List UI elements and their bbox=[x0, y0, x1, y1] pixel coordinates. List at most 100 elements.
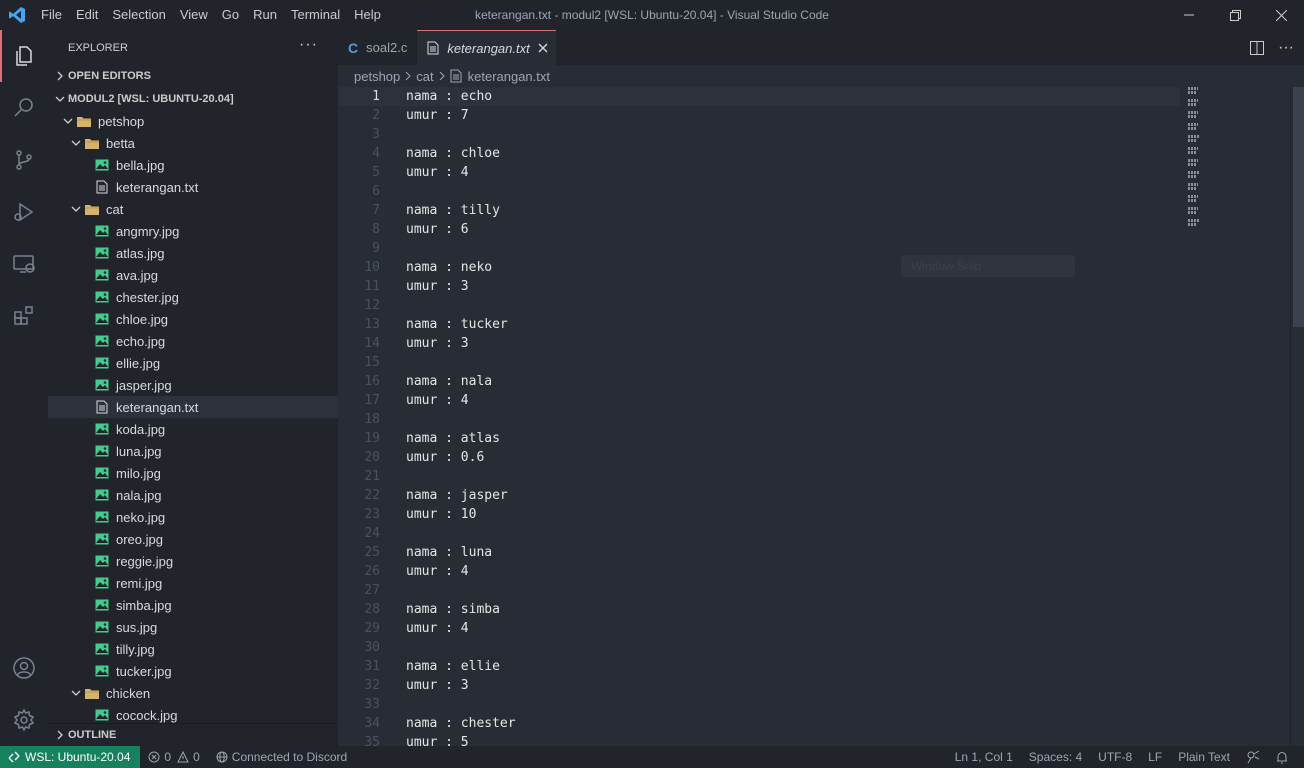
image-file-icon bbox=[94, 355, 110, 371]
tree-file[interactable]: koda.jpg bbox=[48, 418, 338, 440]
menu-item-file[interactable]: File bbox=[34, 0, 69, 30]
minimap-row bbox=[1188, 159, 1198, 162]
tree-folder[interactable]: cat bbox=[48, 198, 338, 220]
tree-item-label: tilly.jpg bbox=[116, 641, 155, 657]
image-file-icon bbox=[94, 421, 110, 437]
minimap-row bbox=[1188, 151, 1196, 154]
tree-file[interactable]: keterangan.txt bbox=[48, 396, 338, 418]
remote-indicator[interactable]: WSL: Ubuntu-20.04 bbox=[0, 746, 141, 768]
tree-file[interactable]: oreo.jpg bbox=[48, 528, 338, 550]
tree-file[interactable]: angmry.jpg bbox=[48, 220, 338, 242]
indentation[interactable]: Spaces: 4 bbox=[1021, 746, 1090, 768]
tree-item-label: ava.jpg bbox=[116, 267, 158, 283]
text-file-icon bbox=[94, 399, 110, 415]
tree-folder[interactable]: betta bbox=[48, 132, 338, 154]
restore-icon[interactable] bbox=[1212, 0, 1258, 30]
code-line: 3 bbox=[338, 125, 1304, 144]
close-tab-icon[interactable] bbox=[538, 43, 548, 53]
breadcrumb-item[interactable]: cat bbox=[416, 69, 433, 84]
code-line: 14 umur : 3 bbox=[338, 334, 1304, 353]
more-actions-icon[interactable]: ··· bbox=[1278, 39, 1294, 57]
tab-soal2-c[interactable]: C soal2.c bbox=[338, 30, 417, 65]
menu-item-go[interactable]: Go bbox=[215, 0, 246, 30]
split-editor-icon[interactable] bbox=[1250, 40, 1265, 55]
minimize-icon[interactable] bbox=[1166, 0, 1212, 30]
tree-file[interactable]: reggie.jpg bbox=[48, 550, 338, 572]
menu-item-edit[interactable]: Edit bbox=[69, 0, 105, 30]
breadcrumb-item[interactable]: keterangan.txt bbox=[468, 69, 550, 84]
tree-file[interactable]: chester.jpg bbox=[48, 286, 338, 308]
image-file-icon bbox=[94, 707, 110, 723]
end-of-line[interactable]: LF bbox=[1140, 746, 1170, 768]
account-icon[interactable] bbox=[0, 642, 48, 694]
notifications-bell-icon[interactable] bbox=[1268, 746, 1296, 768]
explorer-icon[interactable] bbox=[0, 30, 48, 82]
menu-item-run[interactable]: Run bbox=[246, 0, 284, 30]
tree-file[interactable]: echo.jpg bbox=[48, 330, 338, 352]
feedback-icon[interactable] bbox=[1238, 746, 1268, 768]
open-editors-section[interactable]: OPEN EDITORS bbox=[48, 65, 338, 87]
tree-file[interactable]: atlas.jpg bbox=[48, 242, 338, 264]
text-file-icon bbox=[427, 41, 439, 55]
minimap-row bbox=[1188, 223, 1196, 226]
line-text: nama : simba bbox=[406, 602, 500, 617]
tree-file[interactable]: simba.jpg bbox=[48, 594, 338, 616]
tree-file[interactable]: tilly.jpg bbox=[48, 638, 338, 660]
line-number: 14 bbox=[364, 336, 380, 351]
code-line: 9 bbox=[338, 239, 1304, 258]
tab-keterangan-txt[interactable]: keterangan.txt bbox=[417, 30, 556, 65]
extensions-icon[interactable] bbox=[0, 290, 48, 342]
scrollbar-thumb[interactable] bbox=[1293, 87, 1304, 327]
search-icon[interactable] bbox=[0, 82, 48, 134]
menu-item-view[interactable]: View bbox=[173, 0, 215, 30]
tree-file[interactable]: sus.jpg bbox=[48, 616, 338, 638]
menu-item-selection[interactable]: Selection bbox=[105, 0, 172, 30]
minimap[interactable] bbox=[1188, 87, 1202, 226]
tree-folder[interactable]: chicken bbox=[48, 682, 338, 704]
tree-file[interactable]: ava.jpg bbox=[48, 264, 338, 286]
menu-item-help[interactable]: Help bbox=[347, 0, 388, 30]
encoding[interactable]: UTF-8 bbox=[1090, 746, 1140, 768]
tree-file[interactable]: luna.jpg bbox=[48, 440, 338, 462]
breadcrumb-item[interactable]: petshop bbox=[354, 69, 400, 84]
tree-item-label: chester.jpg bbox=[116, 289, 179, 305]
tree-file[interactable]: ellie.jpg bbox=[48, 352, 338, 374]
source-control-icon[interactable] bbox=[0, 134, 48, 186]
more-actions-icon[interactable]: ··· bbox=[299, 36, 318, 54]
minimap-row bbox=[1188, 111, 1198, 114]
language-mode[interactable]: Plain Text bbox=[1170, 746, 1238, 768]
line-number: 31 bbox=[364, 659, 380, 674]
close-icon[interactable] bbox=[1258, 0, 1304, 30]
tree-file[interactable]: keterangan.txt bbox=[48, 176, 338, 198]
run-debug-icon[interactable] bbox=[0, 186, 48, 238]
tree-file[interactable]: milo.jpg bbox=[48, 462, 338, 484]
tree-file[interactable]: bella.jpg bbox=[48, 154, 338, 176]
tree-item-label: oreo.jpg bbox=[116, 531, 163, 547]
line-text: nama : luna bbox=[406, 545, 493, 560]
line-number: 32 bbox=[364, 678, 380, 693]
outline-section[interactable]: OUTLINE bbox=[48, 724, 338, 746]
workspace-section[interactable]: MODUL2 [WSL: UBUNTU-20.04] bbox=[48, 88, 338, 110]
code-editor[interactable]: 1 nama : echo 2 umur : 7 3 4 nama : chloe 5 umur… bbox=[338, 87, 1304, 746]
manage-gear-icon[interactable] bbox=[0, 694, 48, 746]
tree-file[interactable]: tucker.jpg bbox=[48, 660, 338, 682]
tree-file[interactable]: nala.jpg bbox=[48, 484, 338, 506]
editor-scrollbar[interactable] bbox=[1290, 87, 1304, 746]
tree-file[interactable]: chloe.jpg bbox=[48, 308, 338, 330]
line-number: 10 bbox=[364, 260, 380, 275]
line-text: umur : 0.6 bbox=[406, 450, 485, 465]
problems-indicator[interactable]: 0 0 bbox=[140, 746, 207, 768]
image-file-icon bbox=[94, 245, 110, 261]
tree-file[interactable]: neko.jpg bbox=[48, 506, 338, 528]
code-line: 1 nama : echo bbox=[338, 87, 1180, 106]
tree-item-label: chicken bbox=[106, 685, 151, 701]
cursor-position[interactable]: Ln 1, Col 1 bbox=[947, 746, 1021, 768]
remote-explorer-icon[interactable] bbox=[0, 238, 48, 290]
line-number: 24 bbox=[364, 526, 380, 541]
menu-item-terminal[interactable]: Terminal bbox=[284, 0, 347, 30]
tree-file[interactable]: jasper.jpg bbox=[48, 374, 338, 396]
tree-folder[interactable]: petshop bbox=[48, 110, 338, 132]
tree-file[interactable]: remi.jpg bbox=[48, 572, 338, 594]
discord-status[interactable]: Connected to Discord bbox=[208, 746, 355, 768]
image-file-icon bbox=[94, 377, 110, 393]
